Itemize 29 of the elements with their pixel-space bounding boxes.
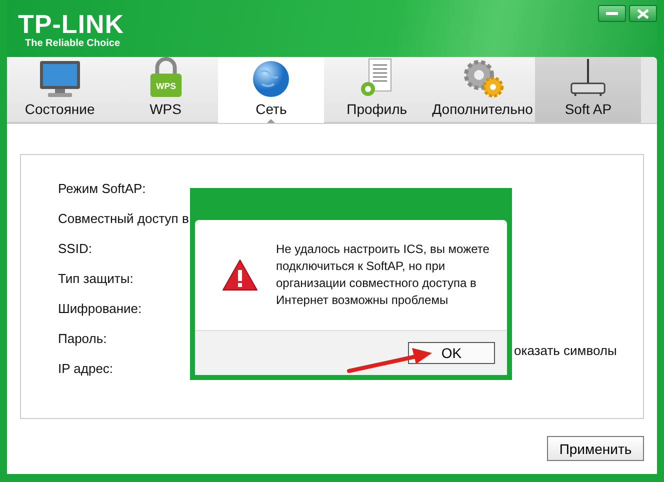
field-label: Режим SoftAP:	[58, 180, 146, 198]
apply-button[interactable]: Применить	[547, 436, 644, 461]
field-label: Совместный доступ в	[58, 210, 189, 228]
checkbox-label[interactable]: оказать символы	[514, 343, 617, 358]
warning-icon	[222, 259, 258, 291]
ok-button[interactable]: OK	[408, 342, 495, 364]
router-icon	[568, 57, 608, 98]
gears-icon	[462, 58, 504, 98]
tab[interactable]: WPS WPS	[112, 57, 218, 123]
globe-icon	[252, 60, 290, 98]
tagline: The Reliable Choice	[24, 38, 122, 49]
logo-text: TP-LINK	[18, 10, 124, 38]
close-icon	[637, 8, 649, 18]
monitor-icon	[38, 60, 82, 98]
field-label: SSID:	[58, 240, 92, 258]
field-label: Тип защиты:	[58, 270, 134, 288]
field-label: IP адрес:	[58, 360, 114, 378]
tab[interactable]: Профиль	[324, 57, 430, 123]
minimize-icon	[606, 12, 618, 16]
tab[interactable]: Дополнительно	[430, 57, 536, 123]
close-button[interactable]	[629, 5, 657, 22]
minimize-button[interactable]	[598, 5, 626, 22]
field-label: Шифрование:	[58, 300, 142, 318]
tab[interactable]: Soft AP	[535, 57, 642, 123]
tab[interactable]: Сеть	[218, 57, 324, 123]
dialog-message: Не удалось настроить ICS, вы можете подключиться к SoftAP, но при организации совместного доступа в Интернет возможны проблемы	[276, 241, 490, 309]
field-label: Пароль:	[58, 330, 107, 348]
lock-label: WPS	[156, 81, 176, 92]
tab[interactable]: Состояние	[7, 57, 113, 123]
